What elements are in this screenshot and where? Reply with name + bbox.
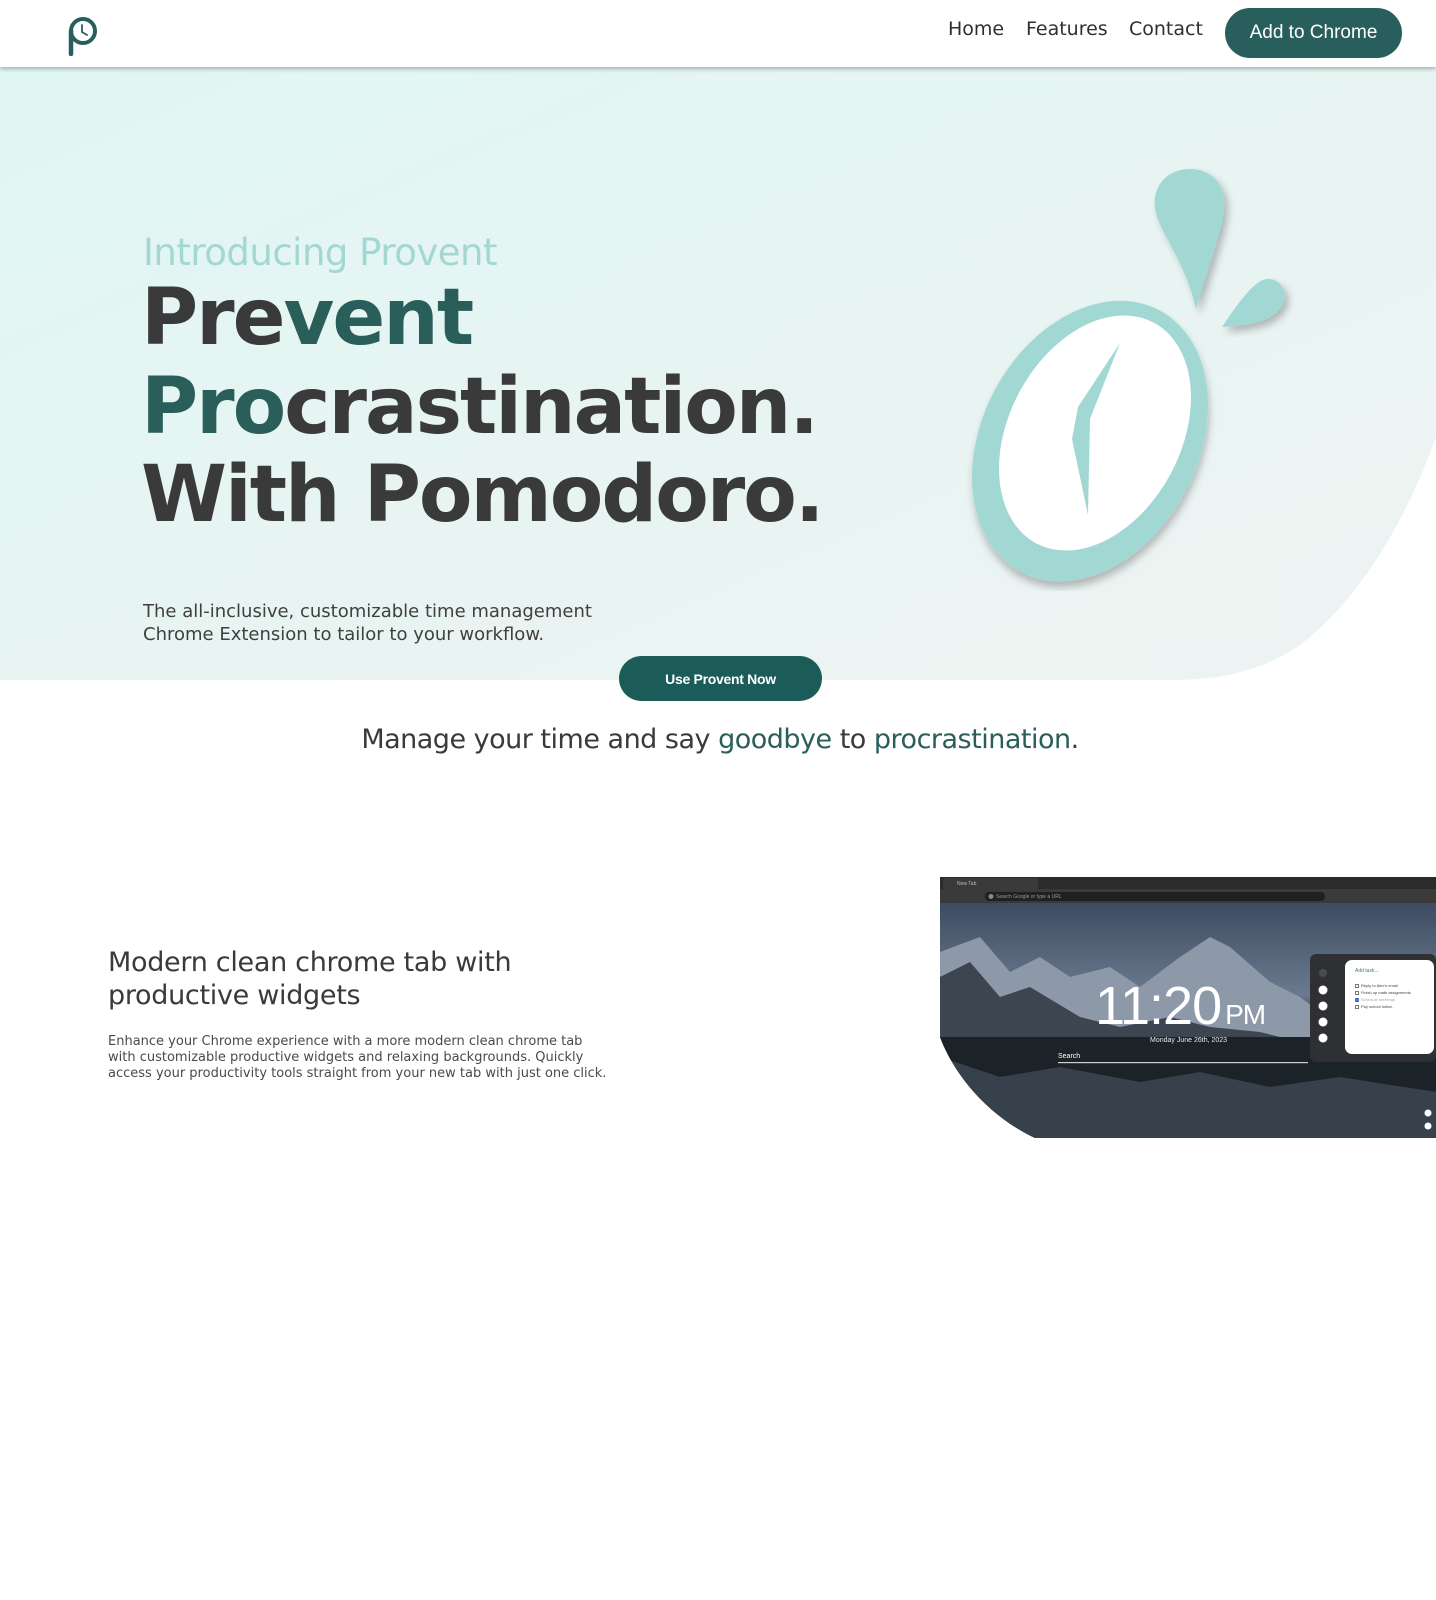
chrome-tab-screenshot: New Tab Search Google or type a URL 11:2… — [940, 877, 1436, 1138]
tagline: Manage your time and say goodbye to proc… — [361, 724, 1079, 755]
screenshot-date: Monday June 26th, 2023 — [1150, 1037, 1228, 1044]
nav-contact-link[interactable]: Contact — [1129, 18, 1203, 40]
todo-item: Finish up math assignments — [1355, 990, 1411, 995]
hero-headline-line-3: With Pomodoro. — [141, 450, 824, 540]
provent-logo-icon[interactable] — [64, 16, 100, 56]
stopwatch-drops-illustration-icon — [972, 169, 1285, 582]
top-navbar: Home Features Contact Add to Chrome — [0, 0, 1436, 67]
todo-item: Pay school tuition — [1355, 1004, 1392, 1009]
hero-headline-line-2: Procrastination. — [141, 362, 819, 452]
screenshot-todo-widget: Add task... Reply to Alex's email Finish… — [1345, 960, 1434, 1054]
screenshot-url-bar: Search Google or type a URL — [996, 894, 1062, 900]
hero-headline-line-1: Prevent — [141, 273, 474, 363]
screenshot-tab-label: New Tab — [957, 881, 977, 887]
nav-home-link[interactable]: Home — [948, 18, 1004, 40]
use-provent-now-button[interactable]: Use Provent Now — [619, 656, 822, 701]
todo-item: Schedule meetings — [1355, 997, 1395, 1002]
todo-add-input: Add task... — [1355, 968, 1379, 974]
add-to-chrome-button[interactable]: Add to Chrome — [1225, 8, 1402, 58]
hero-section: Introducing Provent Prevent Procrastinat… — [0, 67, 1436, 707]
feature-description: Enhance your Chrome experience with a mo… — [108, 1034, 607, 1081]
hero-kicker: Introducing Provent — [143, 231, 497, 274]
hero-description: The all-inclusive, customizable time man… — [143, 601, 592, 645]
nav-features-link[interactable]: Features — [1026, 18, 1108, 40]
screenshot-search-label: Search — [1058, 1053, 1081, 1060]
todo-item: Reply to Alex's email — [1355, 983, 1398, 988]
screenshot-clock: 11:20 PM — [1095, 976, 1266, 1036]
feature-title: Modern clean chrome tab with productive … — [108, 947, 512, 1011]
